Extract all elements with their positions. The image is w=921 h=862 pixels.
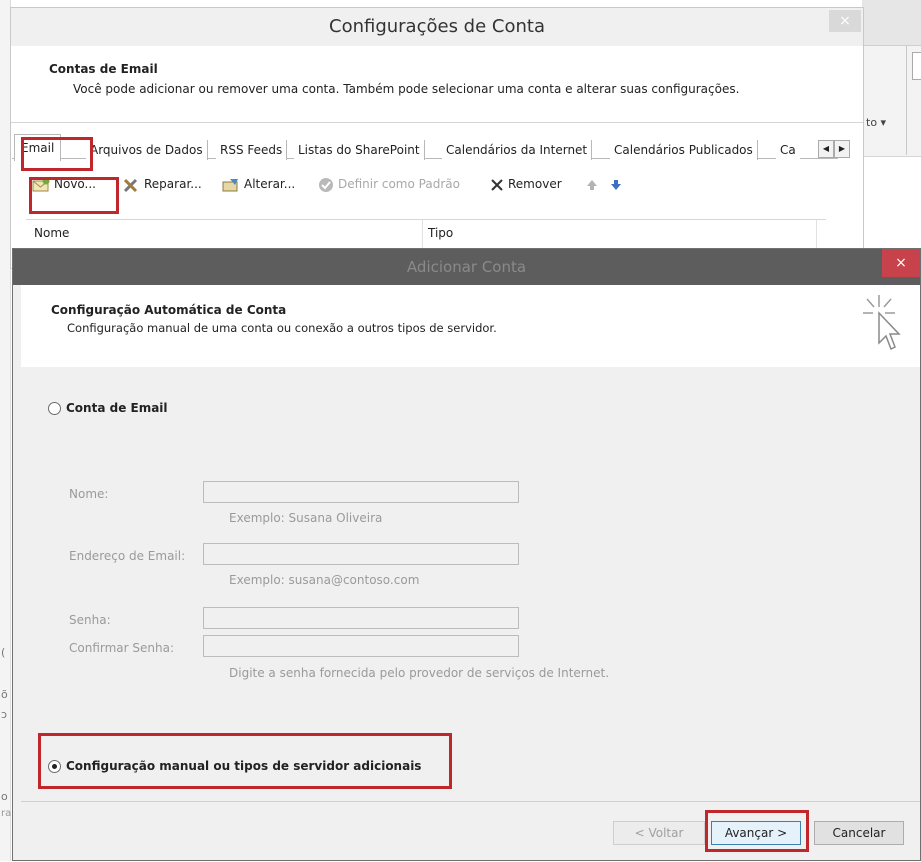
name-field[interactable] (203, 481, 519, 503)
account-settings-header: Contas de Email Você pode adicionar ou r… (11, 46, 863, 123)
ribbon-fragment-text: to ▾ (866, 116, 887, 129)
pointer-sparkle-icon (863, 295, 901, 351)
check-circle-icon (319, 177, 333, 192)
remove-x-icon (491, 178, 503, 191)
dialog-header: Configuração Automática de Conta Configu… (21, 285, 920, 368)
password-label: Senha: (69, 613, 111, 627)
tab-internet-calendars[interactable]: Calendários da Internet (442, 140, 593, 160)
new-mail-icon (32, 177, 50, 191)
repair-button[interactable]: Reparar... (122, 170, 202, 198)
email-label: Endereço de Email: (69, 549, 186, 563)
move-down-button[interactable] (610, 170, 622, 198)
bg-fragment: ɔ (1, 708, 8, 721)
manual-setup-radio[interactable] (48, 760, 61, 773)
password-hint: Digite a senha fornecida pelo provedor d… (229, 666, 610, 680)
dialog-titlebar: Adicionar Conta × (13, 249, 920, 285)
set-default-button[interactable]: Definir como Padrão (318, 170, 460, 198)
next-button[interactable]: Avançar > (711, 821, 801, 845)
section-title: Contas de Email (49, 62, 158, 76)
dialog-body: Conta de Email Nome: Exemplo: Susana Oli… (21, 367, 920, 799)
change-button-label: Alterar... (244, 177, 296, 191)
tab-more[interactable]: Ca (776, 140, 800, 160)
column-type-header[interactable]: Tipo (428, 226, 453, 240)
repair-button-label: Reparar... (144, 177, 202, 191)
close-icon[interactable]: × (882, 249, 920, 277)
manual-setup-option-label: Configuração manual ou tipos de servidor… (66, 759, 422, 773)
confirm-password-label: Confirmar Senha: (69, 641, 175, 655)
tab-rss-feeds[interactable]: RSS Feeds (216, 140, 288, 160)
edit-account-icon (222, 178, 238, 191)
arrow-down-icon (611, 179, 621, 190)
dialog-header-description: Configuração manual de uma conta ou cone… (67, 321, 497, 335)
tab-sharepoint-lists[interactable]: Listas do SharePoint (294, 140, 425, 160)
name-hint: Exemplo: Susana Oliveira (229, 511, 383, 525)
arrow-up-icon (587, 179, 597, 190)
back-button[interactable]: < Voltar (613, 821, 705, 845)
new-button-label: Novo... (54, 177, 96, 191)
cancel-button[interactable]: Cancelar (814, 821, 904, 845)
tab-bar: Email Arquivos de Dados RSS Feeds Listas… (12, 132, 850, 161)
tab-scroller: ◀ ▶ (818, 140, 850, 158)
password-field[interactable] (203, 607, 519, 629)
account-list-header: Nome Tipo (26, 219, 826, 248)
email-hint: Exemplo: susana@contoso.com (229, 573, 420, 587)
name-label: Nome: (69, 487, 109, 501)
tab-data-files[interactable]: Arquivos de Dados (86, 140, 208, 160)
remove-button[interactable]: Remover (490, 170, 562, 198)
tab-email[interactable]: Email (14, 134, 62, 161)
scroll-right-icon[interactable]: ▶ (834, 140, 850, 158)
move-up-button[interactable] (586, 170, 598, 198)
bg-fragment: õ (1, 688, 8, 701)
email-account-radio[interactable] (48, 402, 61, 415)
section-description: Você pode adicionar ou remover uma conta… (73, 82, 740, 96)
dialog-title: Adicionar Conta (406, 258, 527, 276)
confirm-password-field[interactable] (203, 635, 519, 657)
bg-fragment: ( (1, 646, 6, 659)
dialog-header-title: Configuração Automática de Conta (51, 303, 287, 317)
close-icon[interactable]: × (829, 10, 861, 32)
account-settings-titlebar: Configurações de Conta × (11, 8, 863, 46)
new-button[interactable]: Novo... (32, 170, 96, 198)
email-account-option-label: Conta de Email (66, 401, 168, 415)
window-title: Configurações de Conta (329, 16, 545, 37)
set-default-button-label: Definir como Padrão (338, 177, 460, 191)
remove-button-label: Remover (508, 177, 562, 191)
column-name-header[interactable]: Nome (34, 226, 69, 240)
bg-fragment: ra (1, 808, 12, 819)
tab-published-calendars[interactable]: Calendários Publicados (610, 140, 758, 160)
footer-divider (21, 801, 920, 802)
add-account-dialog: Adicionar Conta × Configuração Automátic… (12, 248, 921, 861)
tools-icon (123, 178, 138, 192)
bg-fragment: o (1, 790, 8, 803)
account-toolbar: Novo... Reparar... Alterar... Definir co… (26, 170, 838, 200)
change-button[interactable]: Alterar... (222, 170, 295, 198)
scroll-left-icon[interactable]: ◀ (818, 140, 834, 158)
email-field[interactable] (203, 543, 519, 565)
